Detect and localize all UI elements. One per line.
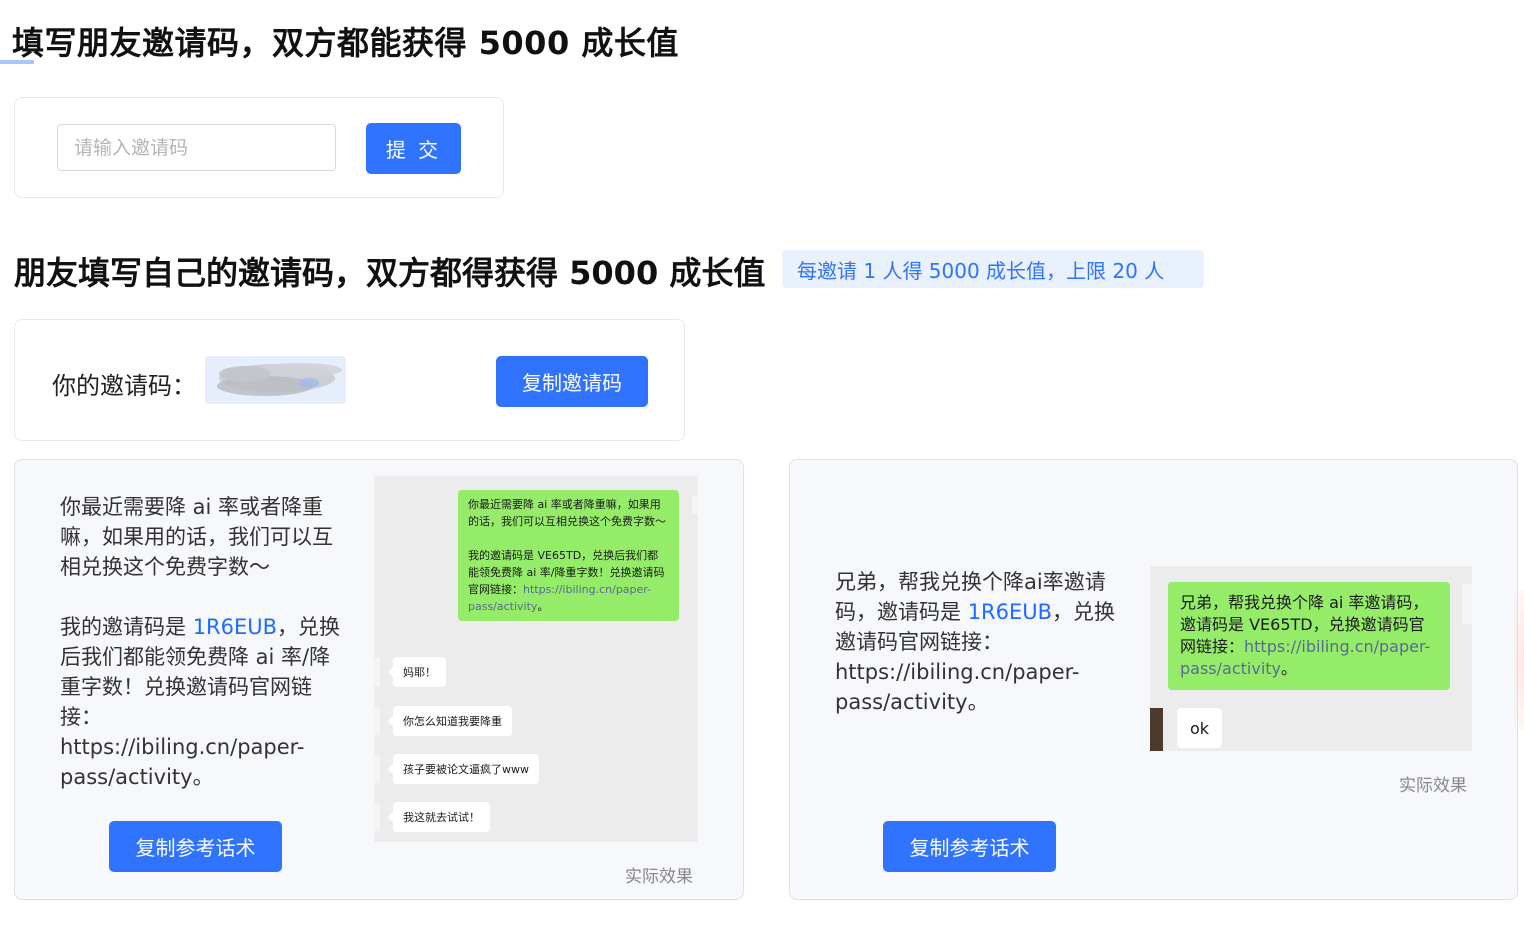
my-code-label: 你的邀请码： [52,372,196,400]
script-1-paragraph-2: 我的邀请码是 1R6EUB，兑换后我们都能领免费降 ai 率/降重字数！兑换邀请… [60,612,345,792]
chat-1-green-bubble: 你最近需要降 ai 率或者降重嘛，如果用的话，我们可以互相兑换这个免费字数～ 我… [458,490,679,621]
fill-friend-code-title: 填写朋友邀请码，双方都能获得 5000 成长值 [12,24,679,62]
script-1-suffix: ，兑换后我们都能领免费降 ai 率/降重字数！兑换邀请码官网链接：https:/… [60,615,341,789]
chat-1-reply-2: 你怎么知道我要降重 [388,706,512,736]
chat-1-reply-1: 妈耶！ [388,657,446,687]
chat-2-reply: ok [1177,708,1222,748]
chat-1-green-suffix: 。 [537,600,549,613]
script-1-code: 1R6EUB [192,615,278,639]
script-text-2: 兄弟，帮我兑换个降ai率邀请码，邀请码是 1R6EUB，兑换邀请码官网链接：ht… [835,567,1125,717]
chat-screenshot-1: 你最近需要降 ai 率或者降重嘛，如果用的话，我们可以互相兑换这个免费字数～ 我… [374,476,698,842]
my-code-value-redacted [205,356,346,404]
chat-1-avatar-4 [374,803,380,831]
submit-button[interactable]: 提 交 [366,123,461,174]
chat-screenshot-2: 兄弟，帮我兑换个降 ai 率邀请码，邀请码是 VE65TD，兑换邀请码官网链接：… [1150,566,1472,751]
chat-2-avatar [1150,708,1163,751]
actual-effect-label-1: 实际效果 [625,867,693,887]
chat-1-green-line-1: 你最近需要降 ai 率或者降重嘛，如果用的话，我们可以互相兑换这个免费字数～ [468,498,666,528]
chat-1-avatar-1 [374,658,380,686]
chat-2-green-bubble: 兄弟，帮我兑换个降 ai 率邀请码，邀请码是 VE65TD，兑换邀请码官网链接：… [1168,582,1450,690]
chat-1-green-line-2: 我的邀请码是 VE65TD，兑换后我们都能领免费降 ai 率/降重字数！兑换邀请… [468,547,669,615]
chat-1-reply-4: 我这就去试试！ [388,802,490,832]
script-text-1: 你最近需要降 ai 率或者降重嘛，如果用的话，我们可以互相兑换这个免费字数～ 我… [60,492,345,792]
invite-code-input[interactable] [57,124,336,171]
share-own-code-title: 朋友填写自己的邀请码，双方都得获得 5000 成长值 [14,254,766,292]
actual-effect-label-2: 实际效果 [1399,776,1467,796]
reward-limit-badge: 每邀请 1 人得 5000 成长值，上限 20 人 [782,250,1204,288]
chat-1-avatar-3 [374,755,380,783]
copy-script-button-2[interactable]: 复制参考话术 [883,821,1056,872]
script-1-prefix: 我的邀请码是 [60,615,193,639]
script-1-paragraph-1: 你最近需要降 ai 率或者降重嘛，如果用的话，我们可以互相兑换这个免费字数～ [60,495,333,579]
title-underline [0,60,34,64]
redaction-scribble [217,363,342,396]
script-2-code: 1R6EUB [967,600,1053,624]
chat-2-avatar-edge [1462,584,1472,624]
chat-2-green-suffix: 。 [1281,659,1298,678]
chat-1-reply-3: 孩子要被论文逼疯了www [388,754,539,784]
chat-1-avatar-2 [374,707,380,735]
copy-script-button-1[interactable]: 复制参考话术 [109,821,282,872]
copy-invite-code-button[interactable]: 复制邀请码 [496,356,648,407]
edge-decoration [1514,590,1524,730]
chat-1-avatar-edge [692,496,698,514]
